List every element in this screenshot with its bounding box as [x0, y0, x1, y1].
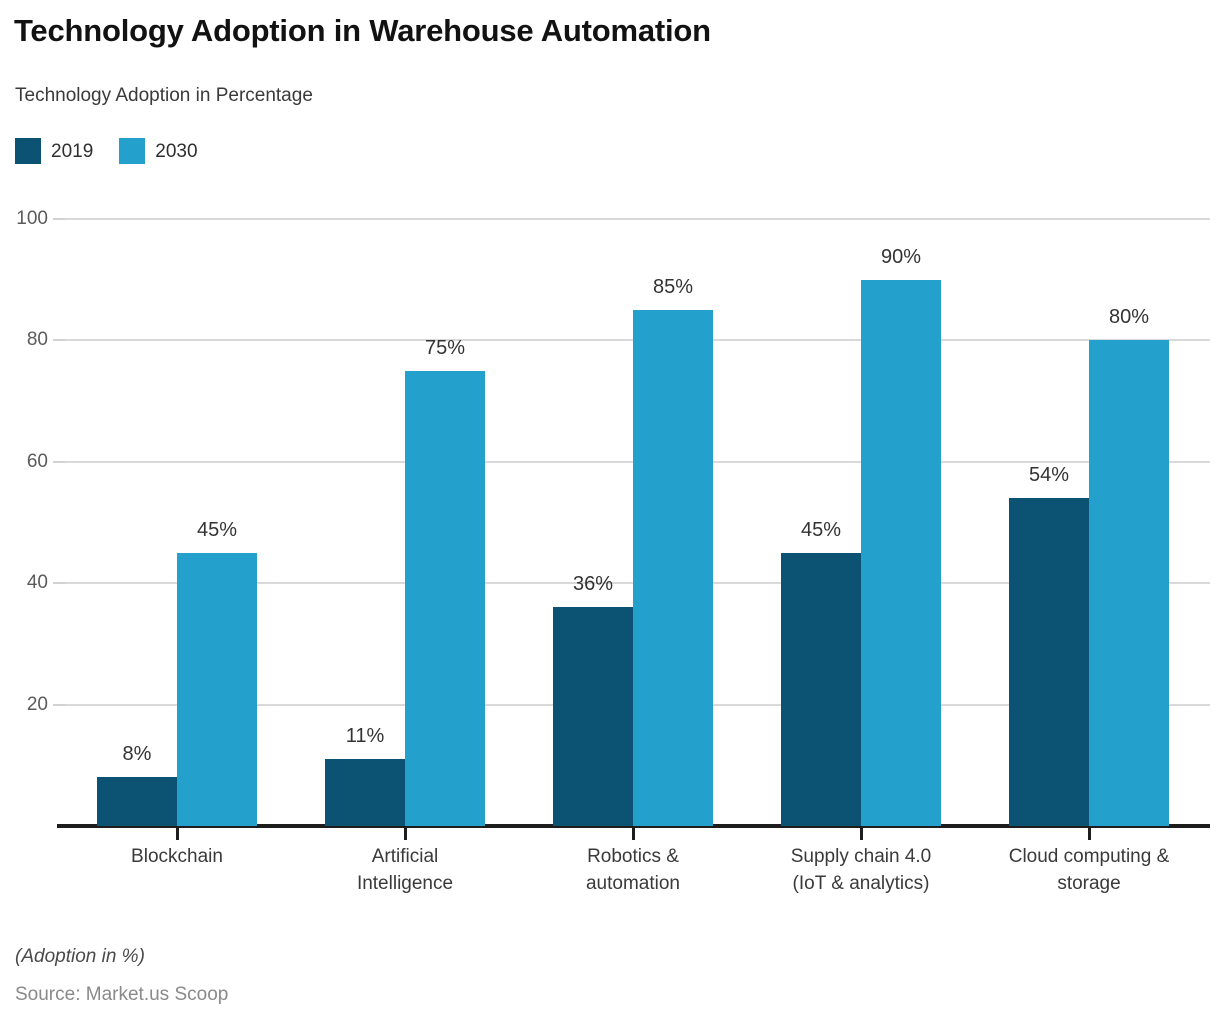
page-title: Technology Adoption in Warehouse Automat… — [14, 13, 711, 48]
bar-value-label-2030-0: 45% — [196, 518, 238, 541]
x-axis-category-label-2: Robotics & automation — [519, 843, 747, 897]
legend-label-2019: 2019 — [51, 140, 94, 162]
x-axis-tick-mark — [176, 828, 179, 840]
legend-item-2030[interactable]: 2030 — [119, 138, 198, 164]
x-axis-label-line: (IoT & analytics) — [792, 873, 930, 894]
bar-2030-0[interactable] — [177, 552, 257, 826]
bar-value-label-2019-2: 36% — [572, 573, 614, 596]
bar-value-label-2030-4: 80% — [1108, 306, 1150, 329]
bar-2030-3[interactable] — [861, 279, 941, 826]
x-axis-label-line: Intelligence — [356, 873, 454, 894]
bar-value-label-2019-1: 11% — [345, 725, 385, 748]
x-axis-label-line: Artificial — [371, 846, 439, 867]
y-axis-tick-mark — [53, 339, 65, 342]
bar-2019-1[interactable] — [325, 759, 405, 826]
x-axis-label-line: Robotics & — [587, 846, 679, 867]
y-axis-tick-label: 20 — [26, 693, 48, 715]
gridline — [65, 703, 1210, 706]
x-axis-label-line: Blockchain — [131, 846, 223, 867]
x-axis-tick-mark — [404, 828, 407, 840]
bar-value-label-2030-2: 85% — [652, 276, 694, 299]
gridline — [65, 218, 1210, 220]
x-axis-label-line: Cloud computing & — [1008, 846, 1170, 867]
x-axis-line — [57, 824, 1210, 828]
y-axis-tick-label: 60 — [26, 450, 48, 472]
bar-value-label-2030-3: 90% — [880, 245, 922, 268]
chart-source: Source: Market.us Scoop — [15, 984, 229, 1005]
x-axis-tick-mark — [632, 828, 635, 840]
bar-2030-4[interactable] — [1089, 340, 1169, 826]
x-axis-category-label-0: Blockchain — [63, 843, 291, 870]
chart-footnote: (Adoption in %) — [15, 946, 145, 967]
bar-value-label-2019-3: 45% — [800, 518, 842, 541]
x-axis-category-label-3: Supply chain 4.0 (IoT & analytics) — [747, 843, 975, 897]
bar-2019-4[interactable] — [1009, 498, 1089, 826]
gridline — [65, 339, 1210, 342]
bar-2030-2[interactable] — [633, 310, 713, 826]
x-axis-category-label-1: Artificial Intelligence — [291, 843, 519, 897]
y-axis-tick-mark — [53, 460, 65, 463]
chart-legend: 2019 2030 — [15, 138, 198, 164]
bar-2019-3[interactable] — [781, 552, 861, 826]
x-axis-category-label-4: Cloud computing & storage — [975, 843, 1203, 897]
bar-2019-0[interactable] — [97, 777, 177, 826]
y-axis-tick-mark — [53, 703, 65, 706]
legend-label-2030: 2030 — [155, 140, 198, 162]
x-axis-label-line: automation — [585, 873, 680, 894]
x-axis-label-line: storage — [1057, 873, 1121, 894]
y-axis-tick-label: 40 — [26, 572, 48, 594]
x-axis-tick-mark — [1088, 828, 1091, 840]
bar-value-label-2030-1: 75% — [424, 336, 466, 359]
bar-2030-1[interactable] — [405, 370, 485, 826]
legend-swatch-icon-2019 — [15, 138, 41, 164]
x-axis-tick-mark — [860, 828, 863, 840]
bar-value-label-2019-4: 54% — [1028, 464, 1070, 487]
legend-swatch-icon-2030 — [119, 138, 146, 164]
gridline — [65, 582, 1210, 585]
chart-subtitle: Technology Adoption in Percentage — [15, 85, 313, 106]
y-axis-tick-label: 100 — [16, 208, 48, 229]
legend-item-2019[interactable]: 2019 — [15, 138, 93, 164]
x-axis-label-line: Supply chain 4.0 — [790, 846, 932, 867]
y-axis-tick-mark — [53, 218, 65, 220]
bar-value-label-2019-0: 8% — [122, 743, 152, 766]
y-axis-tick-mark — [53, 582, 65, 585]
y-axis-tick-label: 80 — [26, 329, 48, 351]
bar-2019-2[interactable] — [553, 607, 633, 826]
gridline — [65, 460, 1210, 463]
